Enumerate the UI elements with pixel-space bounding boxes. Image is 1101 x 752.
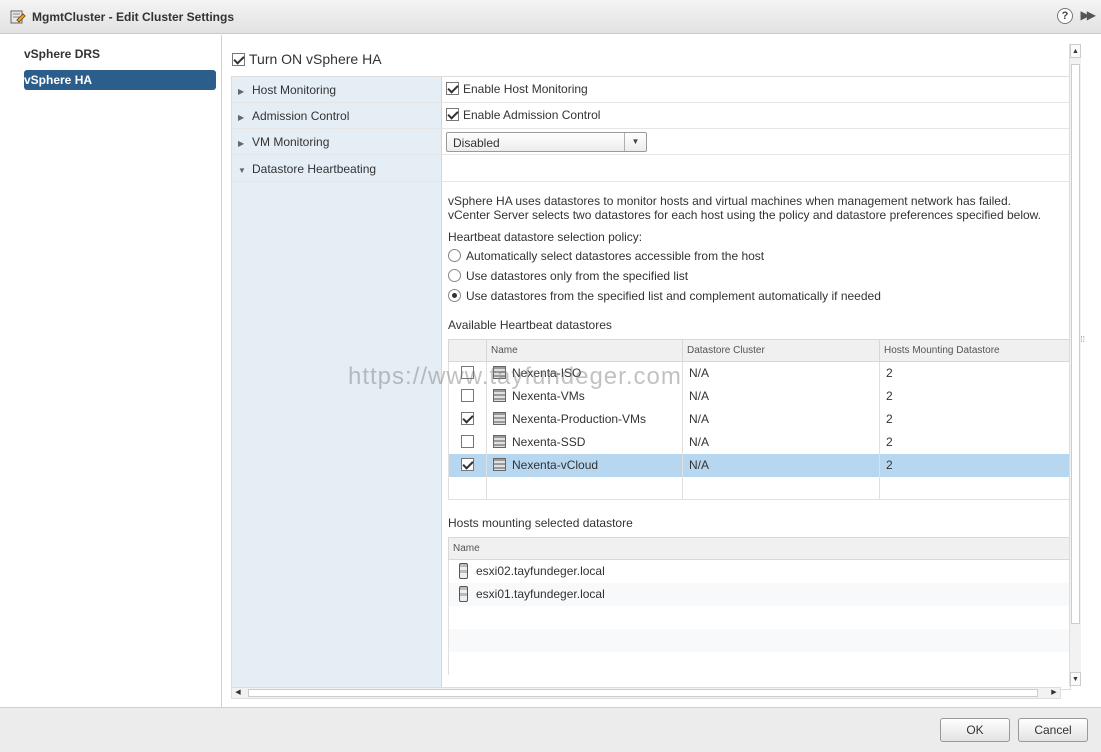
host-icon [459,563,468,580]
available-datastores-label: Available Heartbeat datastores [448,318,612,332]
enable-admission-control-checkbox[interactable] [446,108,459,121]
table-row[interactable]: Nexenta-Production-VMs N/A 2 [448,407,1070,431]
policy-radio[interactable] [448,249,461,262]
vm-monitoring-value: Disabled [453,136,500,150]
chevron-down-icon: ▼ [624,133,646,151]
hosts-column-header-name[interactable]: Name [448,537,1070,560]
vertical-scrollbar[interactable]: ▲ ▼ [1069,44,1081,686]
column-header-name[interactable]: Name [486,339,683,362]
heartbeat-description-2: vCenter Server selects two datastores fo… [448,208,1041,222]
heartbeat-description-1: vSphere HA uses datastores to monitor ho… [448,194,1011,208]
expand-arrow-icon: ▶ [238,87,245,96]
sidebar-item-label: vSphere DRS [24,47,101,61]
scroll-up-icon[interactable]: ▲ [1070,44,1081,58]
row-host-monitoring: ▶ Host Monitoring Enable Host Monitoring [232,77,1070,103]
help-icon[interactable]: ? [1057,8,1073,24]
enable-admission-control[interactable]: Enable Admission Control [446,108,600,122]
host-icon [459,586,468,602]
row-host-monitoring-header[interactable]: ▶ Host Monitoring [238,83,336,97]
heartbeat-section: vSphere HA uses datastores to monitor ho… [448,194,1070,675]
turn-on-ha-checkbox[interactable] [232,53,245,66]
datastore-checkbox[interactable] [461,458,474,471]
column-header-cluster[interactable]: Datastore Cluster [682,339,880,362]
list-item[interactable]: esxi02.tayfundeger.local [448,559,1070,583]
table-row[interactable]: Nexenta-VMs N/A 2 [448,384,1070,408]
list-item-empty [448,651,1070,675]
sidebar-item-vsphere-ha[interactable]: vSphere HA [24,70,216,90]
window-title: MgmtCluster - Edit Cluster Settings [32,10,235,24]
scroll-left-icon[interactable]: ◀ [232,688,244,698]
sidebar: vSphere DRS vSphere HA [0,35,222,707]
table-row[interactable]: Nexenta-ISO N/A 2 [448,361,1070,385]
row-admission-control: ▶ Admission Control Enable Admission Cont… [232,103,1070,129]
dialog-footer: OK Cancel [0,707,1101,752]
table-row-selected[interactable]: Nexenta-vCloud N/A 2 [448,453,1070,477]
scroll-right-icon[interactable]: ▶ [1048,688,1060,698]
hosts-table: Name esxi02.tayfundeger.local esxi01.tay… [448,537,1070,675]
scroll-down-icon[interactable]: ▼ [1070,672,1081,686]
datastore-checkbox[interactable] [461,412,474,425]
expand-icon[interactable]: ▶▶ [1081,8,1097,22]
datastore-checkbox[interactable] [461,435,474,448]
datastore-icon [493,366,506,380]
policy-option-specified[interactable]: Use datastores only from the specified l… [448,266,1070,286]
policy-radio[interactable] [448,269,461,282]
expand-arrow-icon: ▶ [238,139,245,148]
policy-option-complement[interactable]: Use datastores from the specified list a… [448,286,1070,306]
column-header-hosts[interactable]: Hosts Mounting Datastore [879,339,1070,362]
sidebar-item-vsphere-drs[interactable]: vSphere DRS [24,44,216,64]
row-vm-monitoring: ▶ VM Monitoring Disabled ▼ [232,129,1070,155]
hosts-mounting-label: Hosts mounting selected datastore [448,516,633,530]
datastore-icon [493,435,506,448]
table-row-empty [448,476,1070,500]
checkbox-column-header [448,339,487,362]
policy-option-auto[interactable]: Automatically select datastores accessib… [448,246,1070,266]
row-vm-monitoring-header[interactable]: ▶ VM Monitoring [238,135,329,149]
datastore-icon [493,389,506,402]
scroll-thumb[interactable] [1071,64,1080,624]
enable-host-monitoring-checkbox[interactable] [446,82,459,95]
policy-radio[interactable] [448,289,461,302]
datastores-table: Name Datastore Cluster Hosts Mounting Da… [448,339,1070,500]
main-panel: Turn ON vSphere HA ▶ Host Monitoring Enab… [222,35,1101,707]
row-datastore-heartbeating-header[interactable]: ▼ Datastore Heartbeating [238,162,376,176]
sidebar-item-label: vSphere HA [24,73,93,87]
datastore-checkbox[interactable] [461,366,474,380]
horizontal-scrollbar[interactable]: ◀ ▶ [231,687,1061,699]
vm-monitoring-select[interactable]: Disabled ▼ [446,132,647,152]
resize-grip-icon[interactable]: ⁞⁞ [1081,335,1085,344]
datastore-icon [493,458,506,471]
turn-on-ha-label: Turn ON vSphere HA [249,51,382,67]
collapse-arrow-icon: ▼ [238,166,246,175]
table-row[interactable]: Nexenta-SSD N/A 2 [448,430,1070,454]
scroll-thumb[interactable] [248,689,1038,697]
row-admission-control-header[interactable]: ▶ Admission Control [238,109,349,123]
list-item[interactable]: esxi01.tayfundeger.local [448,582,1070,606]
list-item-empty [448,628,1070,652]
expand-arrow-icon: ▶ [238,113,245,122]
ok-button[interactable]: OK [940,718,1010,742]
cluster-settings-icon [10,10,26,24]
datastore-icon [493,412,506,425]
list-item-empty [448,605,1070,629]
turn-on-ha-toggle[interactable]: Turn ON vSphere HA [232,51,382,67]
ha-settings-panel: ▶ Host Monitoring Enable Host Monitoring … [231,76,1071,690]
policy-label: Heartbeat datastore selection policy: [448,230,643,244]
datastore-checkbox[interactable] [461,389,474,402]
enable-host-monitoring[interactable]: Enable Host Monitoring [446,82,588,96]
row-datastore-heartbeating: ▼ Datastore Heartbeating [232,156,1070,182]
title-bar: MgmtCluster - Edit Cluster Settings ? ▶▶ [0,0,1101,34]
cancel-button[interactable]: Cancel [1018,718,1088,742]
